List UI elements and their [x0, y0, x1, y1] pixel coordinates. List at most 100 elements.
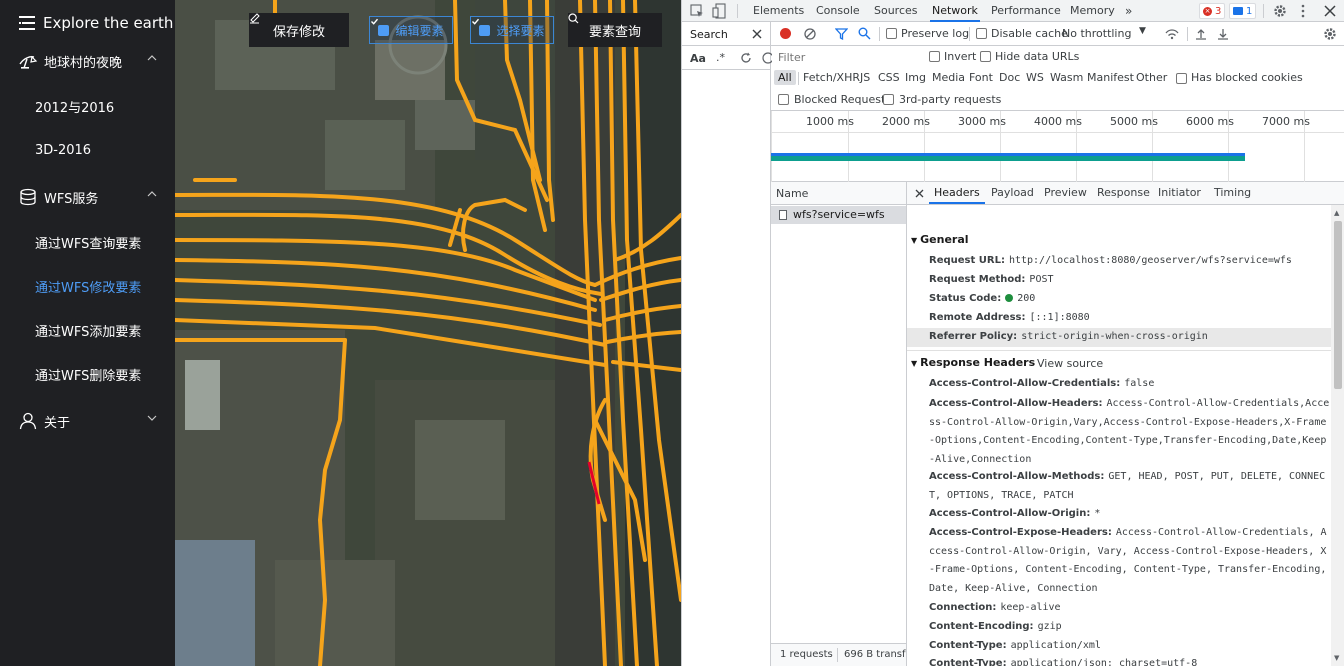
- status-divider: [837, 648, 838, 662]
- menu-group-night[interactable]: 地球村的夜晚: [0, 39, 175, 83]
- menu-item-wfs-add[interactable]: 通过WFS添加要素: [0, 308, 175, 352]
- invert-checkbox[interactable]: [929, 51, 940, 62]
- menu-item-3d-2016[interactable]: 3D-2016: [0, 128, 175, 172]
- disable-cache-checkbox[interactable]: [976, 28, 987, 39]
- search-pane-title: Search: [690, 28, 728, 41]
- request-name: wfs?service=wfs: [793, 208, 885, 221]
- header-key: Access-Control-Allow-Credentials:: [929, 378, 1121, 389]
- edit-feature-toggle[interactable]: 编辑要素: [369, 16, 453, 44]
- type-filter-ws[interactable]: WS: [1026, 71, 1044, 84]
- selected-feature[interactable]: [175, 0, 681, 666]
- third-party-checkbox[interactable]: [883, 94, 894, 105]
- clear-log-icon[interactable]: [804, 28, 816, 40]
- export-har-icon[interactable]: [1217, 28, 1229, 40]
- message-badge[interactable]: 1: [1229, 3, 1257, 19]
- tab-timing[interactable]: Timing: [1214, 182, 1251, 204]
- more-tabs-icon[interactable]: »: [1125, 0, 1132, 22]
- type-filter-fetch-xhr[interactable]: Fetch/XHR: [803, 71, 860, 84]
- general-section-title: General: [920, 233, 969, 246]
- blocked-requests-checkbox[interactable]: [778, 94, 789, 105]
- settings-gear-icon[interactable]: [1273, 4, 1287, 18]
- tab-sources[interactable]: Sources: [874, 0, 918, 22]
- request-list-header[interactable]: Name: [771, 182, 906, 205]
- menu-item-wfs-query[interactable]: 通过WFS查询要素: [0, 220, 175, 264]
- transfer-size: 696 B transfe: [844, 649, 906, 660]
- type-filter-wasm[interactable]: Wasm: [1050, 71, 1083, 84]
- menu-item-wfs-delete[interactable]: 通过WFS删除要素: [0, 352, 175, 396]
- has-blocked-cookies-checkbox[interactable]: [1176, 73, 1187, 84]
- type-filter-manifest[interactable]: Manifest: [1087, 71, 1134, 84]
- tab-headers[interactable]: Headers: [929, 182, 985, 204]
- menu-item-2012-2016[interactable]: 2012与2016: [0, 84, 175, 128]
- select-feature-toggle[interactable]: 选择要素: [470, 16, 554, 44]
- inspect-element-icon[interactable]: [690, 4, 704, 18]
- throttling-select[interactable]: No throttling: [1062, 27, 1131, 40]
- response-headers-section-header[interactable]: ▼ Response Headers: [911, 356, 1035, 369]
- request-count: 1 requests: [780, 649, 833, 660]
- chevron-up-icon: [147, 55, 157, 61]
- device-toolbar-icon[interactable]: [712, 3, 726, 19]
- network-settings-icon[interactable]: [1323, 27, 1337, 41]
- regex-icon[interactable]: .*: [716, 51, 725, 64]
- dropdown-arrow-icon[interactable]: ▼: [1139, 26, 1146, 36]
- toolbar-divider: [1187, 27, 1188, 41]
- refresh-icon[interactable]: [740, 52, 752, 64]
- tab-elements[interactable]: Elements: [753, 0, 804, 22]
- type-filter-all[interactable]: All: [774, 70, 796, 85]
- feature-query-button[interactable]: 要素查询: [568, 13, 662, 47]
- close-devtools-icon[interactable]: [1324, 5, 1336, 17]
- request-row[interactable]: wfs?service=wfs: [771, 206, 906, 224]
- type-filter-other[interactable]: Other: [1136, 71, 1167, 84]
- tab-memory[interactable]: Memory: [1070, 0, 1115, 22]
- type-filter-img[interactable]: Img: [905, 71, 926, 84]
- network-conditions-icon[interactable]: [1165, 28, 1179, 40]
- invert-label: Invert: [944, 50, 977, 63]
- network-status-bar: 1 requests 696 B transfe: [771, 643, 906, 666]
- tab-preview[interactable]: Preview: [1044, 182, 1087, 204]
- timeline-overview[interactable]: 1000 ms 2000 ms 3000 ms 4000 ms 5000 ms …: [771, 111, 1344, 182]
- search-icon[interactable]: [858, 27, 871, 40]
- menu-group-wfs[interactable]: WFS服务: [0, 175, 175, 219]
- type-filter-css[interactable]: CSS: [878, 71, 900, 84]
- general-row-url: Request URL: http://localhost:8080/geoser…: [929, 252, 1331, 271]
- request-list: Name wfs?service=wfs 1 requests 696 B tr…: [771, 182, 907, 666]
- match-case-icon[interactable]: Aa: [690, 52, 706, 65]
- response-header-row: Access-Control-Allow-Origin: *: [929, 505, 1331, 524]
- general-section-header[interactable]: ▼ General: [911, 233, 969, 246]
- close-search-icon[interactable]: [752, 29, 762, 39]
- tab-console[interactable]: Console: [816, 0, 860, 22]
- map-view[interactable]: 保存修改 编辑要素 选择要素 要素查询: [175, 0, 681, 666]
- menu-icon[interactable]: [19, 16, 35, 30]
- detail-scrollbar[interactable]: ▲ ▼: [1331, 205, 1344, 666]
- filter-funnel-icon[interactable]: [835, 28, 848, 40]
- header-key: Content-Type:: [929, 640, 1007, 651]
- scroll-up-icon[interactable]: ▲: [1334, 209, 1339, 217]
- tab-response[interactable]: Response: [1097, 182, 1150, 204]
- tab-network[interactable]: Network: [930, 0, 980, 22]
- scrollbar-thumb[interactable]: [1334, 221, 1342, 389]
- scroll-down-icon[interactable]: ▼: [1334, 654, 1339, 662]
- tab-performance[interactable]: Performance: [991, 0, 1061, 22]
- close-detail-icon[interactable]: [915, 189, 924, 198]
- type-filter-doc[interactable]: Doc: [999, 71, 1020, 84]
- menu-item-wfs-modify[interactable]: 通过WFS修改要素: [0, 264, 175, 308]
- tab-initiator[interactable]: Initiator: [1158, 182, 1201, 204]
- type-filter-font[interactable]: Font: [969, 71, 993, 84]
- tab-payload[interactable]: Payload: [991, 182, 1034, 204]
- save-changes-button[interactable]: 保存修改: [249, 13, 349, 47]
- menu-group-about[interactable]: 关于: [0, 399, 175, 443]
- import-har-icon[interactable]: [1195, 28, 1207, 40]
- kebab-menu-icon[interactable]: [1300, 4, 1306, 18]
- view-source-link[interactable]: View source: [1037, 357, 1103, 370]
- response-headers-title: Response Headers: [920, 356, 1036, 369]
- type-filter-js[interactable]: JS: [860, 71, 870, 84]
- type-filter-media[interactable]: Media: [932, 71, 965, 84]
- app-brand[interactable]: Explore the earth: [19, 12, 173, 34]
- preserve-log-checkbox[interactable]: [886, 28, 897, 39]
- header-value: POST: [1029, 274, 1054, 285]
- document-icon: [779, 210, 787, 220]
- hide-data-urls-checkbox[interactable]: [980, 51, 991, 62]
- record-icon[interactable]: [780, 28, 791, 39]
- error-badge[interactable]: × 3: [1199, 3, 1226, 19]
- filter-input[interactable]: [774, 49, 918, 65]
